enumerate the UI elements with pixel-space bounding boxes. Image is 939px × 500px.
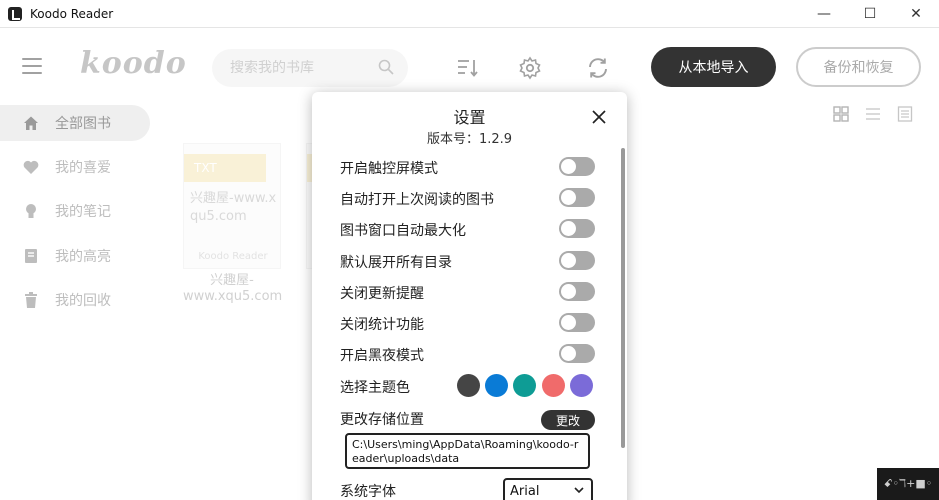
dark-mode-toggle[interactable] — [559, 344, 595, 363]
close-icon[interactable] — [591, 109, 607, 125]
maximize-window-toggle[interactable] — [559, 219, 595, 238]
disable-analytics-toggle[interactable] — [559, 313, 595, 332]
setting-dark-mode-label: 开启黑夜模式 — [340, 348, 424, 364]
font-select-value: Arial — [510, 483, 540, 499]
theme-swatch-dark[interactable] — [457, 374, 480, 397]
sidebar-item-highlights[interactable]: 我的高亮 — [0, 238, 150, 274]
sidebar-item-label: 全部图书 — [55, 116, 111, 132]
setting-touch-mode-label: 开启触控屏模式 — [340, 161, 438, 177]
app-icon — [8, 6, 22, 21]
change-storage-button[interactable]: 更改 — [541, 410, 595, 430]
font-select[interactable]: Arial — [503, 478, 593, 500]
sidebar-item-all-books[interactable]: 全部图书 — [0, 105, 150, 141]
theme-swatch-red[interactable] — [542, 374, 565, 397]
theme-swatch-blue[interactable] — [485, 374, 508, 397]
sync-icon[interactable] — [586, 56, 610, 80]
storage-location-label: 更改存储位置 — [340, 412, 424, 428]
sort-icon[interactable] — [455, 56, 479, 80]
title-bar: Koodo Reader — ☐ ✕ — [0, 0, 939, 28]
menu-icon[interactable] — [22, 58, 42, 74]
sidebar-item-notes[interactable]: 我的笔记 — [0, 193, 150, 229]
sidebar-item-favorites[interactable]: 我的喜爱 — [0, 149, 150, 185]
search-icon[interactable] — [378, 59, 394, 75]
settings-dialog: 设置 版本号：1.2.9 开启触控屏模式 自动打开上次阅读的图书 图书窗口自动最… — [312, 92, 627, 500]
sidebar-item-trash[interactable]: 我的回收 — [0, 282, 150, 318]
theme-color-label: 选择主题色 — [340, 380, 410, 396]
sidebar-item-label: 我的高亮 — [55, 249, 111, 265]
bulb-icon — [22, 202, 40, 220]
disable-update-toggle[interactable] — [559, 282, 595, 301]
import-local-button[interactable]: 从本地导入 — [651, 47, 776, 87]
list-view-icon[interactable] — [865, 106, 881, 122]
highlight-icon — [22, 247, 40, 265]
setting-disable-update-label: 关闭更新提醒 — [340, 286, 424, 302]
trash-icon — [22, 291, 40, 309]
setting-open-last-book-label: 自动打开上次阅读的图书 — [340, 192, 494, 208]
sidebar-item-label: 我的笔记 — [55, 204, 111, 220]
book-cover-brand: Koodo Reader — [198, 251, 268, 262]
chevron-down-icon — [573, 484, 585, 499]
dialog-title: 设置 — [453, 108, 486, 127]
close-window-button[interactable]: ✕ — [893, 0, 939, 28]
setting-expand-toc-label: 默认展开所有目录 — [340, 255, 452, 271]
setting-maximize-window-label: 图书窗口自动最大化 — [340, 223, 466, 239]
system-font-label: 系统字体 — [340, 484, 396, 500]
expand-toc-toggle[interactable] — [559, 251, 595, 270]
sidebar-item-label: 我的喜爱 — [55, 160, 111, 176]
watermark-logo: ꗃ◦ℸ+■◦ — [877, 468, 939, 500]
maximize-button[interactable]: ☐ — [847, 0, 893, 28]
version-label: 版本号：1.2.9 — [426, 132, 513, 147]
window-title: Koodo Reader — [30, 6, 114, 21]
theme-swatch-teal[interactable] — [513, 374, 536, 397]
book-format-badge: TXT — [184, 154, 266, 182]
search-box[interactable] — [212, 49, 408, 87]
home-icon — [22, 114, 40, 132]
open-last-book-toggle[interactable] — [559, 188, 595, 207]
dialog-scrollbar[interactable] — [621, 148, 625, 448]
heart-icon — [22, 158, 40, 176]
backup-restore-button[interactable]: 备份和恢复 — [796, 47, 921, 87]
book-card[interactable]: TXT 兴趣屋-www.xqu5.com Koodo Reader — [183, 143, 281, 269]
cover-view-icon[interactable] — [897, 106, 913, 122]
window-controls: — ☐ ✕ — [801, 0, 939, 28]
touch-mode-toggle[interactable] — [559, 157, 595, 176]
storage-path-field[interactable]: C:\Users\ming\AppData\Roaming\koodo-read… — [345, 433, 590, 469]
setting-disable-analytics-label: 关闭统计功能 — [340, 317, 424, 333]
search-input[interactable] — [230, 60, 370, 76]
app-logo: koodo — [80, 46, 187, 81]
gear-icon[interactable] — [518, 56, 542, 80]
grid-view-icon[interactable] — [833, 106, 849, 122]
minimize-button[interactable]: — — [801, 0, 847, 28]
book-title[interactable]: 兴趣屋-www.xqu5.com — [183, 273, 282, 305]
theme-swatch-purple[interactable] — [570, 374, 593, 397]
sidebar-item-label: 我的回收 — [55, 293, 111, 309]
book-cover-title: 兴趣屋-www.xqu5.com — [190, 191, 277, 224]
